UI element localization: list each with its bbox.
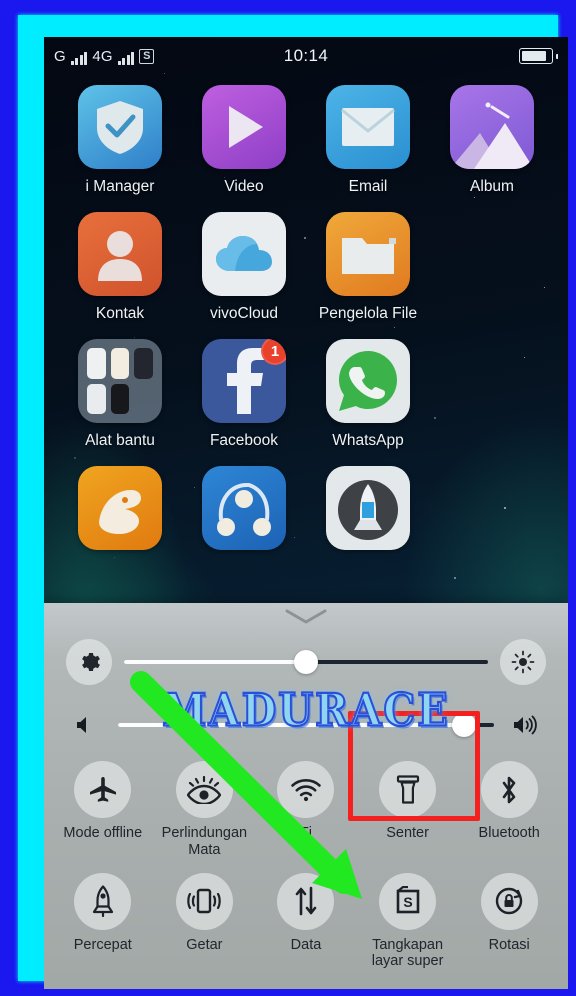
toggle-tangkapan-layar-super[interactable]: S Tangkapan layar super [357,865,459,971]
app-kontak[interactable]: Kontak [58,212,182,323]
toggle-label: Tangkapan layar super [371,936,444,970]
app-shareit[interactable] [182,466,306,559]
rocket-clean-icon [326,466,410,550]
image-inner-border: G 4G S 10:14 i Manager Video Email Album… [18,15,568,989]
whatsapp-icon [326,339,410,423]
toggle-label: Perlindungan Mata [161,825,248,858]
toggle-label: Mode offline [63,825,143,841]
quick-toggle-grid: Mode offline Perlindungan Mata Fi Senter… [44,753,568,976]
spacer-cell [430,212,554,323]
app-uc-browser[interactable] [58,466,182,559]
status-bar-clock: 10:14 [283,46,329,65]
folder-icon [326,212,410,296]
wallpaper-star [454,577,456,579]
toggle-label: Rotasi [488,936,530,953]
notification-badge: 1 [261,339,286,365]
status-bar: G 4G S 10:14 [44,37,568,75]
gear-icon[interactable] [66,639,112,685]
cloud-icon [202,212,286,296]
toggle-label: Getar [186,936,223,953]
wifi-icon [277,761,335,818]
app-label: Kontak [95,305,145,322]
data-arrows-icon [277,872,335,930]
uc-browser-icon [78,466,162,550]
app-label: Pengelola File [318,305,418,322]
toggle-getar[interactable]: Getar [154,865,256,971]
control-center-panel: Mode offline Perlindungan Mata Fi Senter… [44,603,568,989]
app-grid: i Manager Video Email Album Kontak vivoC… [44,85,568,559]
mini-empty [134,384,153,415]
chevron-down-handle[interactable] [285,609,327,625]
mini-calculator-icon [87,348,106,379]
person-icon [78,212,162,296]
toggle-wifi[interactable]: Fi [255,753,357,859]
toggle-label: Fi [299,825,313,841]
toggle-bluetooth[interactable]: Bluetooth [458,753,560,859]
shield-check-icon [78,85,162,169]
toggle-percepat[interactable]: Percepat [52,865,154,971]
brightness-sun-icon[interactable] [500,639,546,685]
app-vivocloud[interactable]: vivoCloud [182,212,306,323]
app-i-manager[interactable]: i Manager [58,85,182,196]
toggle-mode-offline[interactable]: Mode offline [52,753,154,859]
app-facebook[interactable]: 1 Facebook [182,339,306,450]
app-label: Video [224,178,264,195]
toggle-data[interactable]: Data [255,865,357,971]
flashlight-icon [379,761,437,818]
app-label: Email [348,178,388,195]
folder-group-icon [78,339,162,423]
vibrate-icon [175,872,233,930]
mountain-photo-icon [450,85,534,169]
app-label: Album [470,178,514,195]
rocket-icon [74,872,132,930]
app-label: i Manager [85,178,155,195]
app-alat-bantu[interactable]: Alat bantu [58,339,182,450]
toggle-perlindungan-mata[interactable]: Perlindungan Mata [154,753,256,859]
app-album[interactable]: Album [430,85,554,196]
app-rocket-clean[interactable] [306,466,430,559]
app-label: vivoCloud [209,305,279,322]
svg-text:S: S [403,894,412,910]
mini-recorder-icon [87,383,106,414]
toggle-label: Percepat [73,936,132,953]
shareit-icon [202,466,286,550]
app-whatsapp[interactable]: WhatsApp [306,339,430,450]
eye-icon [175,761,233,818]
app-pengelola-file[interactable]: Pengelola File [306,212,430,323]
toggle-label: Senter [386,825,429,841]
toggle-label: Data [290,936,322,953]
mini-compass-icon [110,383,130,414]
super-screenshot-icon: S [379,872,437,930]
mini-calendar-icon [134,348,153,379]
watermark-text: MADURACE [161,683,450,738]
rotation-lock-icon [480,872,538,930]
facebook-icon: 1 [202,339,286,423]
brightness-slider-fill [124,660,306,664]
app-label: WhatsApp [332,432,404,449]
phone-screen: G 4G S 10:14 i Manager Video Email Album… [44,37,568,989]
mini-notes-icon [110,348,130,379]
brightness-slider-row [44,639,568,685]
envelope-icon [326,85,410,169]
quick-toggle-row-2: Percepat Getar Data S Tangkapan layar su… [52,865,560,971]
quick-toggle-row-1: Mode offline Perlindungan Mata Fi Senter… [52,753,560,859]
brightness-slider-track[interactable] [124,650,488,674]
play-icon [202,85,286,169]
app-video[interactable]: Video [182,85,306,196]
spacer-cell-2 [430,339,554,450]
bluetooth-icon [480,761,538,818]
toggle-label: Bluetooth [478,825,540,841]
brightness-slider-thumb[interactable] [294,650,318,674]
toggle-senter[interactable]: Senter [357,753,459,859]
app-label: Alat bantu [85,432,155,449]
airplane-icon [74,761,132,818]
app-label: Facebook [209,432,279,449]
app-email[interactable]: Email [306,85,430,196]
toggle-rotasi[interactable]: Rotasi [458,865,560,971]
image-outer-border: G 4G S 10:14 i Manager Video Email Album… [0,0,576,996]
